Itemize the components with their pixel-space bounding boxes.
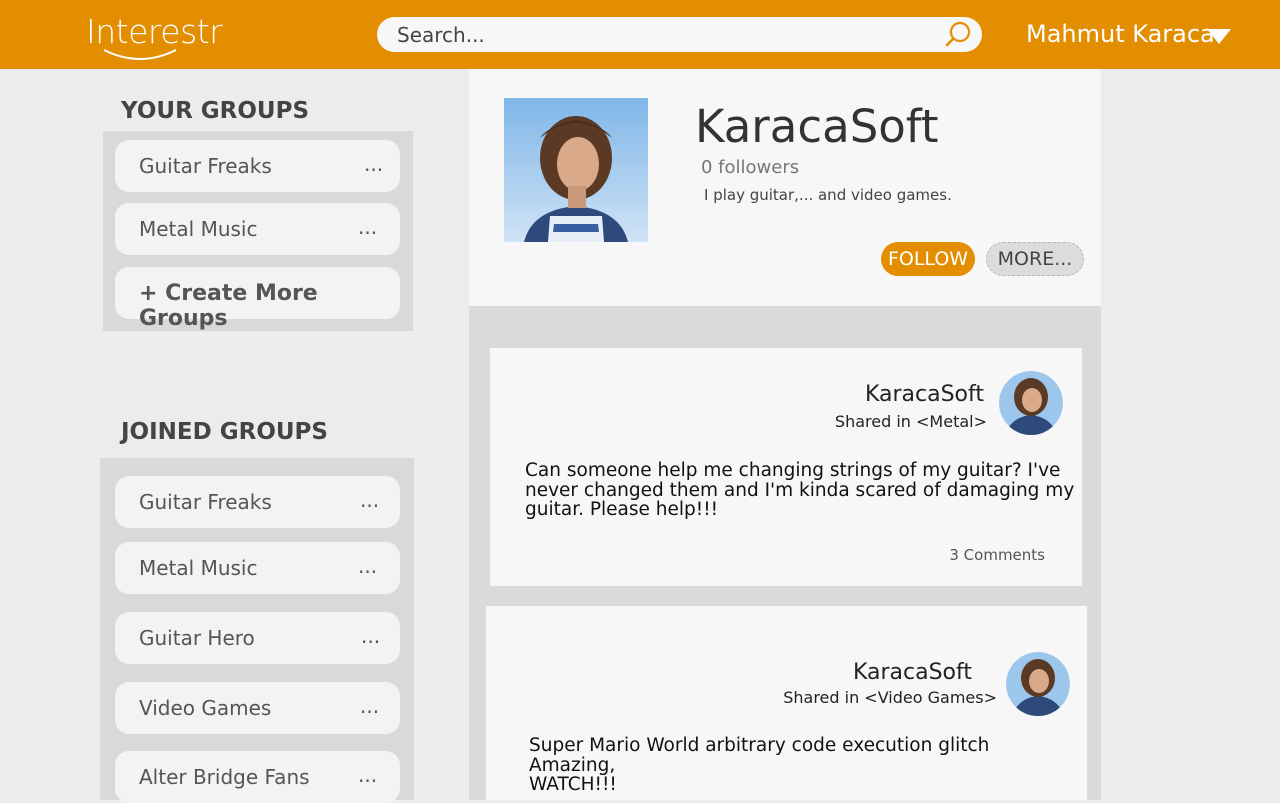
create-group-button[interactable]: + Create More Groups [115,267,400,331]
your-group-item[interactable]: Metal Music ... [115,203,400,255]
post-shared-in[interactable]: Shared in <Metal> [835,412,987,431]
group-label: Video Games [139,696,272,720]
post-body: Super Mario World arbitrary code executi… [529,736,989,795]
post-body-line: WATCH!!! [529,774,617,795]
group-options-button[interactable]: ... [360,694,379,718]
post-author[interactable]: KaracaSoft [865,382,984,407]
post-card: KaracaSoft Shared in <Metal> Can someone… [490,348,1082,586]
post-body-line: guitar. Please help!!! [525,499,719,520]
profile-followers[interactable]: 0 followers [701,157,799,178]
post-body-line: Super Mario World arbitrary code executi… [529,735,990,756]
joined-group-item[interactable]: Guitar Freaks ... [115,476,400,528]
search-input[interactable] [397,22,917,47]
joined-groups-title: JOINED GROUPS [121,419,328,445]
group-options-button[interactable]: ... [358,763,377,787]
joined-group-item[interactable]: Video Games ... [115,682,400,734]
logo-smile-icon [103,49,177,60]
post-body-line: never changed them and I'm kinda scared … [525,479,1075,501]
search-icon[interactable] [944,20,974,50]
post-avatar[interactable] [1006,652,1070,716]
joined-group-item[interactable]: Guitar Hero ... [115,612,400,664]
chevron-down-icon[interactable] [1206,28,1232,46]
post-shared-in[interactable]: Shared in <Video Games> [783,688,997,707]
search-box[interactable] [377,17,982,52]
your-groups-title: YOUR GROUPS [121,98,310,124]
user-menu-name[interactable]: Mahmut Karaca [1026,20,1215,48]
group-label: Guitar Freaks [139,154,272,178]
post-body-line: Amazing, [529,754,616,776]
post-body-line: Can someone help me changing strings of … [525,460,1061,481]
group-label: Metal Music [139,556,258,580]
group-options-button[interactable]: ... [361,624,380,648]
group-label: Guitar Freaks [139,490,272,514]
post-comments-link[interactable]: 3 Comments [949,546,1045,564]
group-label: Metal Music [139,217,258,241]
post-author[interactable]: KaracaSoft [853,660,972,685]
more-button[interactable]: MORE... [986,242,1084,276]
profile-name: KaracaSoft [695,100,939,153]
joined-group-item[interactable]: Metal Music ... [115,542,400,594]
group-options-button[interactable]: ... [360,488,379,512]
top-bar: Interestr Mahmut Karaca [0,0,1280,69]
post-avatar[interactable] [999,371,1063,435]
post-body: Can someone help me changing strings of … [525,461,1074,520]
create-group-label: + Create More Groups [139,281,318,331]
group-options-button[interactable]: ... [364,152,383,176]
group-options-button[interactable]: ... [358,215,377,239]
your-group-item[interactable]: Guitar Freaks ... [115,140,400,192]
post-card: KaracaSoft Shared in <Video Games> Super… [486,606,1087,800]
profile-bio: I play guitar,... and video games. [704,186,952,204]
group-label: Alter Bridge Fans [139,765,310,789]
group-options-button[interactable]: ... [358,554,377,578]
group-label: Guitar Hero [139,626,255,650]
profile-photo [504,98,648,242]
logo[interactable]: Interestr [86,12,223,64]
follow-button[interactable]: FOLLOW [881,242,975,276]
joined-group-item[interactable]: Alter Bridge Fans ... [115,751,400,803]
